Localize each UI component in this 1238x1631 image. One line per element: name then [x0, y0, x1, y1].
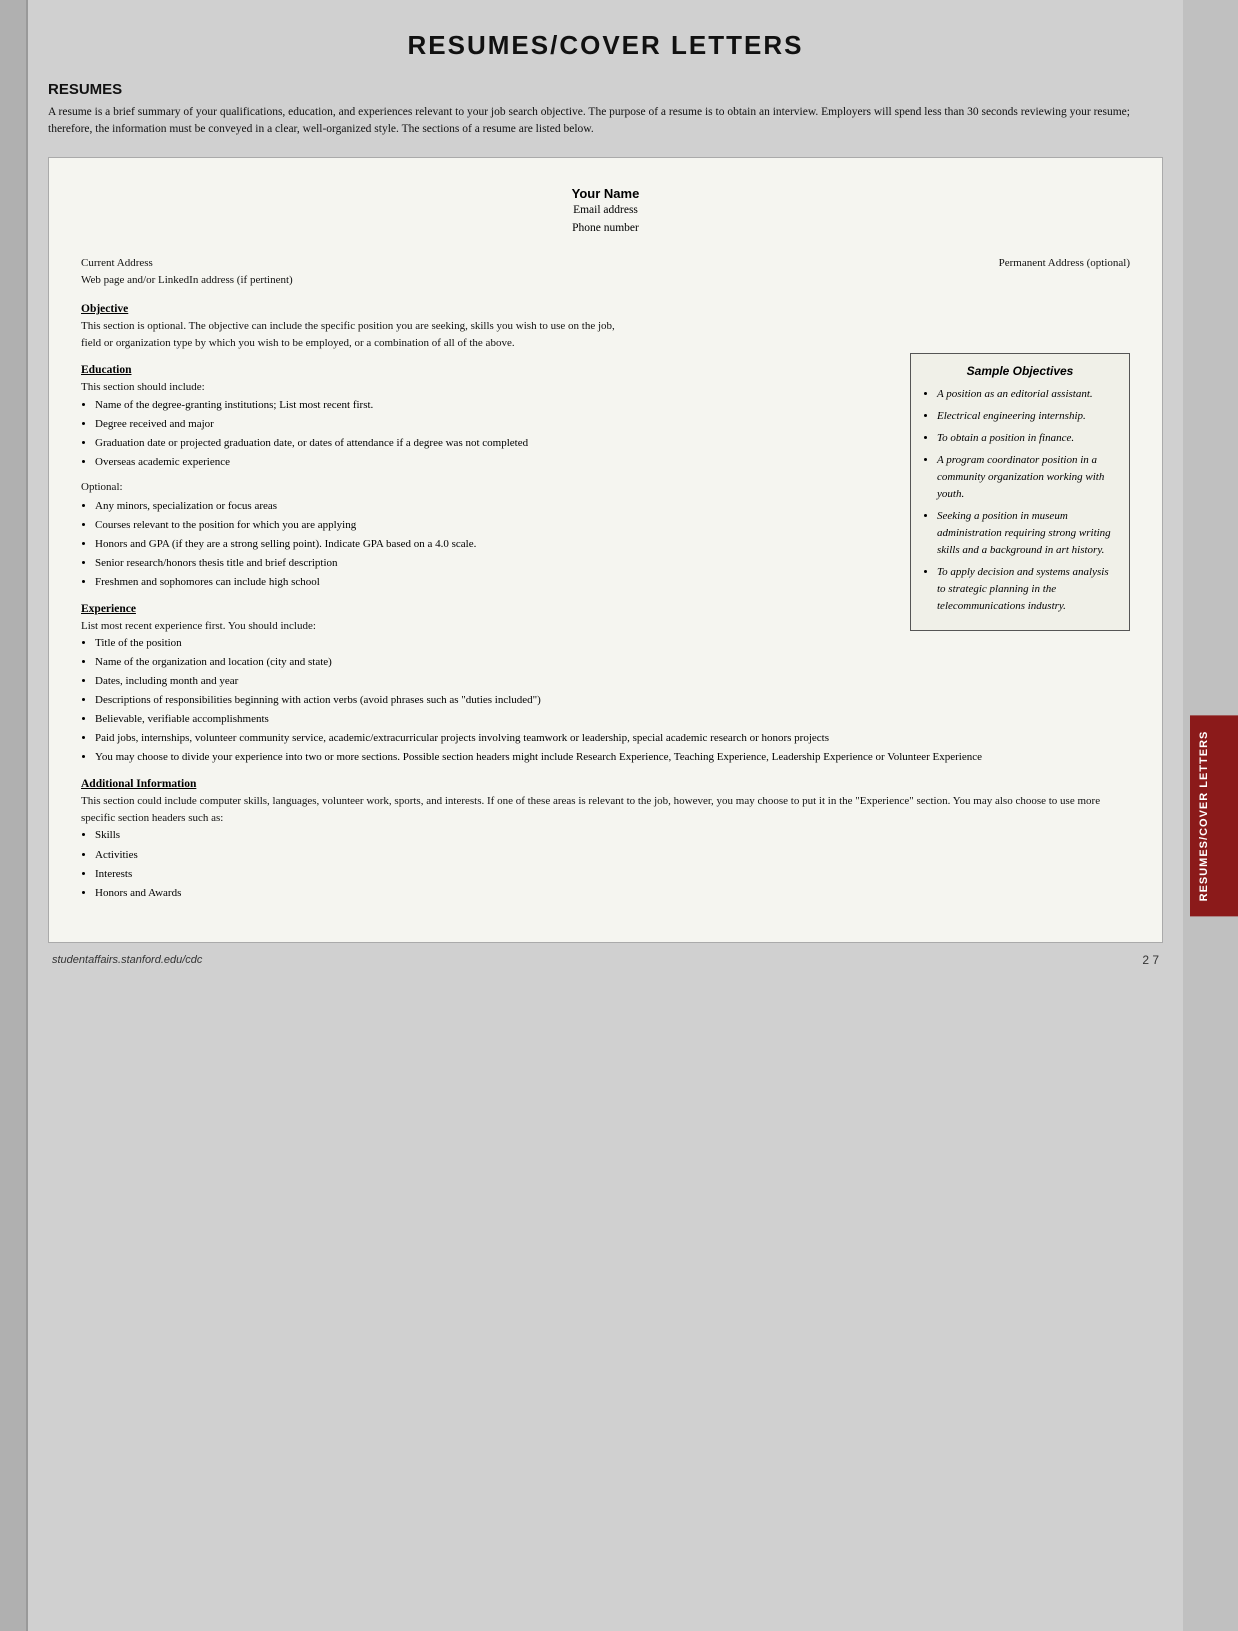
- footer-page: 2 7: [1142, 953, 1159, 967]
- optional-bullet-5: Freshmen and sophomores can include high…: [95, 574, 626, 591]
- add-bullet-3: Interests: [95, 866, 1130, 883]
- sample-obj-title: Sample Objectives: [923, 364, 1117, 378]
- add-bullet-1: Skills: [95, 827, 1130, 844]
- sample-objectives-box: Sample Objectives A position as an edito…: [910, 353, 1130, 632]
- education-bullet-3: Graduation date or projected graduation …: [95, 435, 626, 452]
- additional-section: Additional Information This section coul…: [81, 778, 1130, 901]
- additional-text: This section could include computer skil…: [81, 793, 1130, 827]
- experience-intro: List most recent experience first. You s…: [81, 618, 1130, 635]
- resume-phone: Phone number: [81, 219, 1130, 237]
- resume-email: Email address: [81, 201, 1130, 219]
- education-bullet-2: Degree received and major: [95, 416, 626, 433]
- optional-bullet-3: Honors and GPA (if they are a strong sel…: [95, 536, 626, 553]
- objective-text: This section is optional. The objective …: [81, 318, 626, 352]
- intro-text: A resume is a brief summary of your qual…: [48, 104, 1163, 139]
- objective-section: Objective This section is optional. The …: [81, 303, 626, 352]
- optional-bullet-1: Any minors, specialization or focus area…: [95, 498, 626, 515]
- resumes-heading: RESUMES: [48, 81, 1163, 98]
- optional-bullets: Any minors, specialization or focus area…: [95, 498, 626, 591]
- add-bullet-2: Activities: [95, 847, 1130, 864]
- exp-bullet-4: Descriptions of responsibilities beginni…: [95, 692, 1130, 709]
- education-bullet-1: Name of the degree-granting institutions…: [95, 397, 626, 414]
- experience-title: Experience: [81, 603, 1130, 615]
- resume-header: Your Name Email address Phone number: [81, 186, 1130, 238]
- education-bullet-4: Overseas academic experience: [95, 454, 626, 471]
- education-title: Education: [81, 364, 626, 376]
- optional-label: Optional:: [81, 479, 626, 496]
- exp-bullet-1: Title of the position: [95, 635, 1130, 652]
- education-bullets: Name of the degree-granting institutions…: [95, 397, 626, 471]
- sample-obj-list: A position as an editorial assistant. El…: [937, 386, 1117, 616]
- page-title: RESUMES/COVER LETTERS: [48, 30, 1163, 61]
- experience-bullets: Title of the position Name of the organi…: [95, 635, 1130, 766]
- page-wrapper: RESUMES/COVER LETTERS RESUMES A resume i…: [0, 0, 1238, 1631]
- education-section: Education This section should include: N…: [81, 364, 626, 591]
- sample-obj-item-5: Seeking a position in museum administrat…: [937, 508, 1117, 559]
- add-bullet-4: Honors and Awards: [95, 885, 1130, 902]
- permanent-address-block: Permanent Address (optional): [999, 255, 1130, 289]
- exp-bullet-6: Paid jobs, internships, volunteer commun…: [95, 730, 1130, 747]
- additional-title: Additional Information: [81, 778, 1130, 790]
- sample-obj-item-1: A position as an editorial assistant.: [937, 386, 1117, 403]
- sample-obj-item-4: A program coordinator position in a comm…: [937, 452, 1117, 503]
- sample-obj-item-3: To obtain a position in finance.: [937, 430, 1117, 447]
- main-content: RESUMES/COVER LETTERS RESUMES A resume i…: [28, 0, 1183, 1631]
- exp-bullet-2: Name of the organization and location (c…: [95, 654, 1130, 671]
- current-address-block: Current Address Web page and/or LinkedIn…: [81, 255, 293, 289]
- resume-document: Your Name Email address Phone number Cur…: [48, 157, 1163, 943]
- resume-name: Your Name: [81, 186, 1130, 201]
- additional-bullets: Skills Activities Interests Honors and A…: [95, 827, 1130, 901]
- optional-bullet-2: Courses relevant to the position for whi…: [95, 517, 626, 534]
- left-border: [0, 0, 28, 1631]
- exp-bullet-7: You may choose to divide your experience…: [95, 749, 1130, 766]
- exp-bullet-5: Believable, verifiable accomplishments: [95, 711, 1130, 728]
- permanent-address: Permanent Address (optional): [999, 255, 1130, 272]
- optional-bullet-4: Senior research/honors thesis title and …: [95, 555, 626, 572]
- sample-obj-item-2: Electrical engineering internship.: [937, 408, 1117, 425]
- web-address: Web page and/or LinkedIn address (if per…: [81, 272, 293, 289]
- right-tab: RESUMES/COVER LETTERS: [1190, 715, 1238, 916]
- right-border: RESUMES/COVER LETTERS: [1183, 0, 1238, 1631]
- education-intro: This section should include:: [81, 379, 626, 396]
- exp-bullet-3: Dates, including month and year: [95, 673, 1130, 690]
- footer: studentaffairs.stanford.edu/cdc 2 7: [48, 953, 1163, 967]
- footer-url: studentaffairs.stanford.edu/cdc: [52, 954, 202, 966]
- experience-section: Experience List most recent experience f…: [81, 603, 1130, 766]
- current-address: Current Address: [81, 255, 293, 272]
- resume-address-row: Current Address Web page and/or LinkedIn…: [81, 255, 1130, 289]
- objective-title: Objective: [81, 303, 626, 315]
